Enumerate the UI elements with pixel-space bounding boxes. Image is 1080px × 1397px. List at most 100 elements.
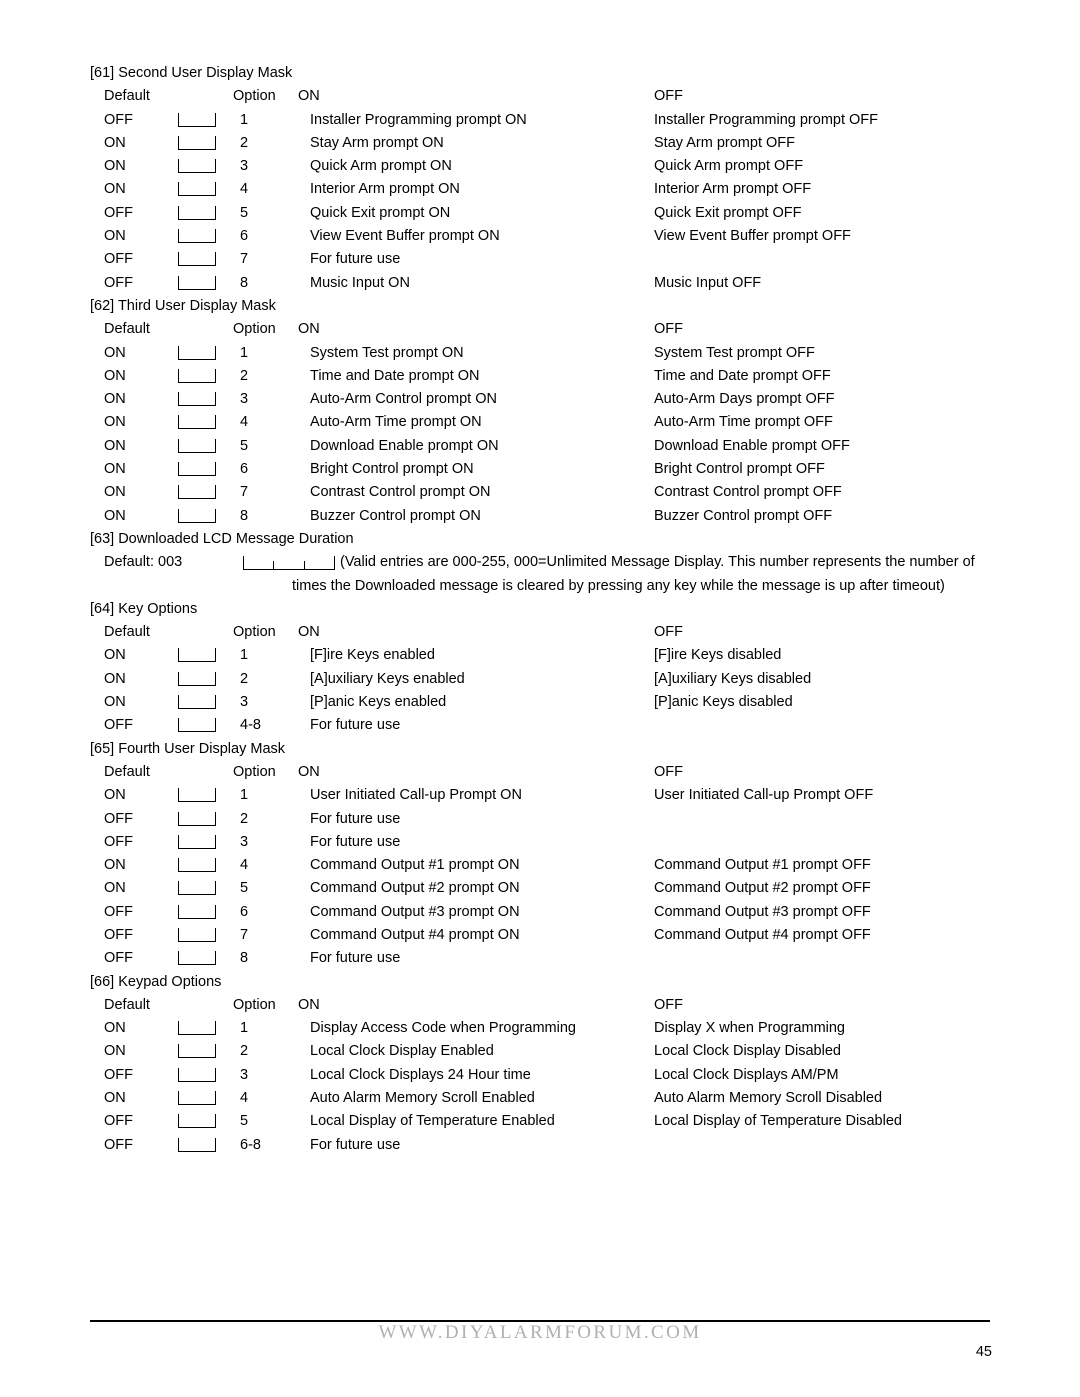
row-on-text: View Event Buffer prompt ON: [310, 228, 500, 245]
toggle-box[interactable]: [178, 508, 216, 524]
toggle-box[interactable]: [178, 1137, 216, 1153]
toggle-box[interactable]: [178, 695, 216, 710]
row-default: OFF: [104, 251, 133, 268]
table-row: OFF 6-8 For future use: [0, 1134, 1080, 1157]
row-option-number: 1: [240, 1020, 249, 1037]
row-option-number: 4: [240, 1090, 249, 1107]
row-option-number: 7: [240, 484, 249, 501]
row-option-number: 7: [240, 926, 249, 943]
row-on-text: For future use: [310, 810, 401, 827]
table-row: ON 1 System Test prompt ON System Test p…: [0, 342, 1080, 365]
toggle-box[interactable]: [178, 205, 216, 221]
duration-entry-line: Default: 003 (Valid entries are 000-255,…: [0, 551, 1080, 574]
row-on-text: User Initiated Call-up Prompt ON: [310, 787, 522, 804]
table-row: ON 1 User Initiated Call-up Prompt ON Us…: [0, 784, 1080, 807]
row-default: OFF: [104, 1136, 133, 1153]
toggle-box[interactable]: [178, 718, 216, 733]
row-option-number: 8: [240, 950, 249, 967]
table-row: ON 8 Buzzer Control prompt ON Buzzer Con…: [0, 505, 1080, 528]
table-row: ON 4 Command Output #1 prompt ON Command…: [0, 854, 1080, 877]
row-default: ON: [104, 367, 126, 384]
table-row: ON 5 Download Enable prompt ON Download …: [0, 435, 1080, 458]
toggle-box[interactable]: [178, 811, 216, 827]
table-row: ON 3 Auto-Arm Control prompt ON Auto-Arm…: [0, 388, 1080, 411]
col-header-off: OFF: [654, 88, 683, 105]
col-header-on: ON: [298, 88, 320, 105]
toggle-box[interactable]: [178, 858, 216, 873]
row-on-text: Contrast Control prompt ON: [310, 484, 491, 501]
row-on-text: System Test prompt ON: [310, 344, 464, 361]
toggle-box[interactable]: [178, 135, 216, 151]
duration-entry-box[interactable]: [243, 556, 335, 571]
toggle-box[interactable]: [178, 1067, 216, 1083]
row-option-number: 8: [240, 274, 249, 291]
column-headers-66: Default Option ON OFF: [0, 994, 1080, 1017]
toggle-box[interactable]: [178, 951, 216, 966]
col-header-off: OFF: [654, 624, 683, 641]
row-on-text: Auto-Arm Time prompt ON: [310, 414, 482, 431]
row-option-number: 3: [240, 1066, 249, 1083]
row-off-text: [A]uxiliary Keys disabled: [654, 670, 812, 687]
toggle-box[interactable]: [178, 788, 216, 803]
toggle-box[interactable]: [178, 438, 216, 454]
col-header-option: Option: [233, 88, 276, 105]
toggle-box[interactable]: [178, 1021, 216, 1036]
toggle-box[interactable]: [178, 1044, 216, 1059]
row-default: ON: [104, 647, 126, 664]
toggle-box[interactable]: [178, 392, 216, 407]
col-header-off: OFF: [654, 763, 683, 780]
row-on-text: Command Output #2 prompt ON: [310, 880, 520, 897]
row-option-number: 6: [240, 461, 249, 478]
table-row: ON 6 View Event Buffer prompt ON View Ev…: [0, 225, 1080, 248]
row-on-text: Quick Arm prompt ON: [310, 158, 452, 175]
toggle-box[interactable]: [178, 834, 216, 850]
table-row: OFF 7 For future use: [0, 248, 1080, 271]
row-option-number: 5: [240, 204, 249, 221]
toggle-box[interactable]: [178, 252, 216, 267]
row-off-text: Command Output #3 prompt OFF: [654, 903, 871, 920]
toggle-box[interactable]: [178, 881, 216, 896]
row-option-number: 5: [240, 437, 249, 454]
toggle-box[interactable]: [178, 485, 216, 500]
table-row: ON 4 Auto Alarm Memory Scroll Enabled Au…: [0, 1087, 1080, 1110]
toggle-box[interactable]: [178, 927, 216, 943]
toggle-box[interactable]: [178, 229, 216, 244]
table-row: OFF 2 For future use: [0, 808, 1080, 831]
row-on-text: Auto-Arm Control prompt ON: [310, 391, 497, 408]
row-off-text: Buzzer Control prompt OFF: [654, 507, 833, 524]
row-off-text: Local Display of Temperature Disabled: [654, 1113, 902, 1130]
toggle-box[interactable]: [178, 345, 216, 361]
row-option-number: 6: [240, 903, 249, 920]
toggle-box[interactable]: [178, 159, 216, 174]
toggle-box[interactable]: [178, 462, 216, 477]
row-on-text: Bright Control prompt ON: [310, 461, 474, 478]
toggle-box[interactable]: [178, 671, 216, 687]
col-header-on: ON: [298, 321, 320, 338]
row-default: ON: [104, 1020, 126, 1037]
toggle-box[interactable]: [178, 1114, 216, 1129]
column-headers-62: Default Option ON OFF: [0, 318, 1080, 341]
row-default: OFF: [104, 274, 133, 291]
row-default: ON: [104, 134, 126, 151]
toggle-box[interactable]: [178, 368, 216, 384]
toggle-box[interactable]: [178, 415, 216, 430]
row-off-text: Music Input OFF: [654, 274, 762, 291]
col-header-option: Option: [233, 321, 276, 338]
section-title-65: [65] Fourth User Display Mask: [90, 740, 286, 757]
toggle-box[interactable]: [178, 275, 216, 291]
table-row: ON 2 Local Clock Display Enabled Local C…: [0, 1040, 1080, 1063]
toggle-box[interactable]: [178, 112, 216, 128]
table-row: OFF 8 For future use: [0, 947, 1080, 970]
toggle-box[interactable]: [178, 182, 216, 197]
table-row: ON 1 [F]ire Keys enabled [F]ire Keys dis…: [0, 644, 1080, 667]
toggle-box[interactable]: [178, 904, 216, 920]
duration-note-line1: (Valid entries are 000-255, 000=Unlimite…: [340, 554, 975, 571]
toggle-box[interactable]: [178, 648, 216, 663]
col-header-on: ON: [298, 763, 320, 780]
table-row: OFF 3 For future use: [0, 831, 1080, 854]
row-default: ON: [104, 1090, 126, 1107]
toggle-box[interactable]: [178, 1091, 216, 1106]
row-on-text: [F]ire Keys enabled: [310, 647, 435, 664]
row-off-text: Command Output #2 prompt OFF: [654, 880, 871, 897]
row-default: ON: [104, 414, 126, 431]
